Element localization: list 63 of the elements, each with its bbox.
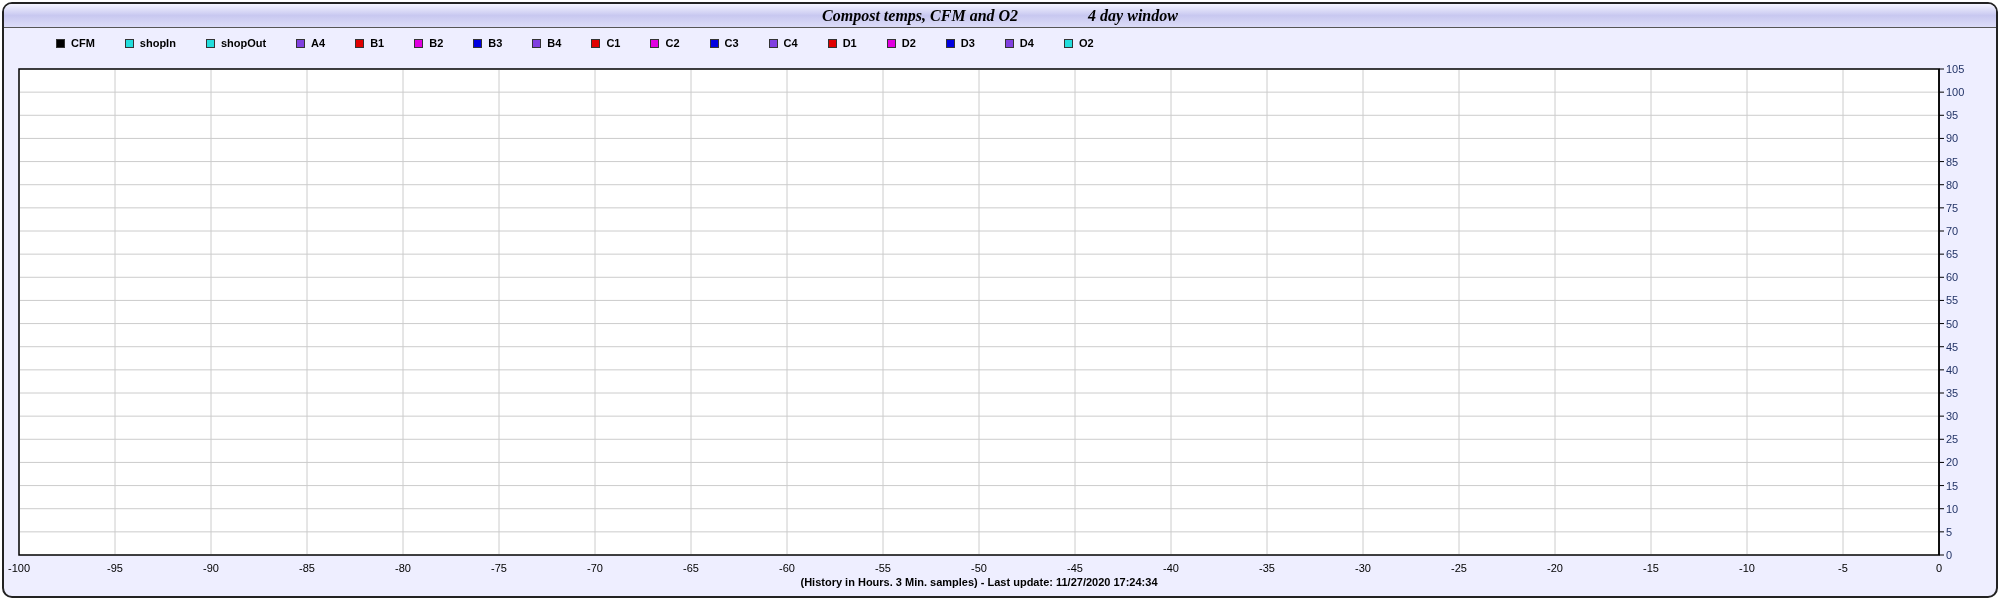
legend-label: O2	[1078, 35, 1094, 51]
legend-label: A4	[311, 35, 326, 51]
x-tick-label: -80	[395, 562, 411, 574]
legend-label: C3	[724, 35, 739, 51]
x-tick-label: -20	[1547, 562, 1563, 574]
x-tick-label: -70	[587, 562, 603, 574]
x-tick-label: -90	[203, 562, 219, 574]
y-tick-label: 50	[1946, 317, 1959, 330]
y-tick-label: 25	[1946, 433, 1959, 446]
y-tick-label: 100	[1946, 86, 1965, 99]
legend-label: D4	[1019, 35, 1034, 51]
y-tick-label: 55	[1946, 294, 1959, 307]
x-tick-label: -25	[1451, 562, 1467, 574]
x-tick-label: -30	[1355, 562, 1371, 574]
legend-label: CFM	[71, 35, 95, 51]
y-tick-label: 85	[1946, 155, 1959, 168]
legend-label: D3	[960, 35, 975, 51]
legend-label: B4	[547, 35, 562, 51]
y-tick-label: 70	[1946, 225, 1959, 237]
x-axis-label: (History in Hours. 3 Min. samples) - Last update: 11/27/2020 17:24:34	[800, 576, 1158, 588]
y-tick-label: 20	[1946, 456, 1959, 469]
x-tick-label: -95	[107, 562, 123, 574]
legend-label: B3	[488, 35, 503, 51]
x-tick-label: -65	[683, 562, 699, 574]
y-tick-label: 10	[1946, 502, 1959, 515]
legend-label: B2	[429, 35, 444, 51]
legend-label: D1	[842, 35, 857, 51]
x-tick-label: -100	[8, 562, 30, 574]
x-tick-label: -75	[491, 562, 507, 574]
legend-label: C2	[665, 35, 680, 51]
x-tick-label: -5	[1838, 562, 1848, 574]
y-tick-label: 80	[1946, 178, 1959, 191]
x-tick-label: -45	[1067, 562, 1083, 574]
y-tick-label: 45	[1946, 340, 1959, 353]
legend-label: C4	[783, 35, 798, 51]
y-tick-label: 40	[1946, 363, 1959, 376]
y-tick-label: 90	[1946, 132, 1959, 145]
x-tick-label: 0	[1935, 562, 1943, 574]
y-tick-label: 75	[1946, 201, 1959, 214]
x-tick-label: -60	[779, 562, 795, 574]
y-tick-label: 65	[1946, 248, 1959, 261]
legend-label: D2	[901, 35, 916, 51]
x-tick-label: -35	[1259, 562, 1275, 574]
legend-label: shopOut	[220, 35, 267, 51]
y-tick-label: 105	[1946, 63, 1965, 75]
x-tick-label: -15	[1643, 562, 1659, 574]
y-tick-label: 30	[1946, 410, 1959, 423]
legend-label: shopIn	[139, 35, 176, 51]
chart-subtitle: 4 day window	[1088, 5, 1178, 27]
legend-label: C1	[606, 35, 621, 51]
x-tick-label: -85	[299, 562, 315, 574]
y-tick-label: 0	[1946, 549, 1953, 561]
x-tick-label: -55	[875, 562, 891, 574]
x-tick-label: -10	[1739, 562, 1755, 574]
y-tick-label: 35	[1946, 387, 1959, 399]
y-tick-label: 95	[1946, 109, 1959, 122]
y-tick-label: 60	[1946, 271, 1959, 284]
y-tick-label: 15	[1946, 479, 1959, 492]
x-tick-label: -40	[1163, 562, 1179, 574]
x-tick-label: -50	[971, 562, 987, 574]
y-tick-label: 5	[1946, 525, 1953, 538]
legend-label: B1	[370, 35, 385, 51]
chart-title: Compost temps, CFM and O2	[822, 5, 1019, 27]
